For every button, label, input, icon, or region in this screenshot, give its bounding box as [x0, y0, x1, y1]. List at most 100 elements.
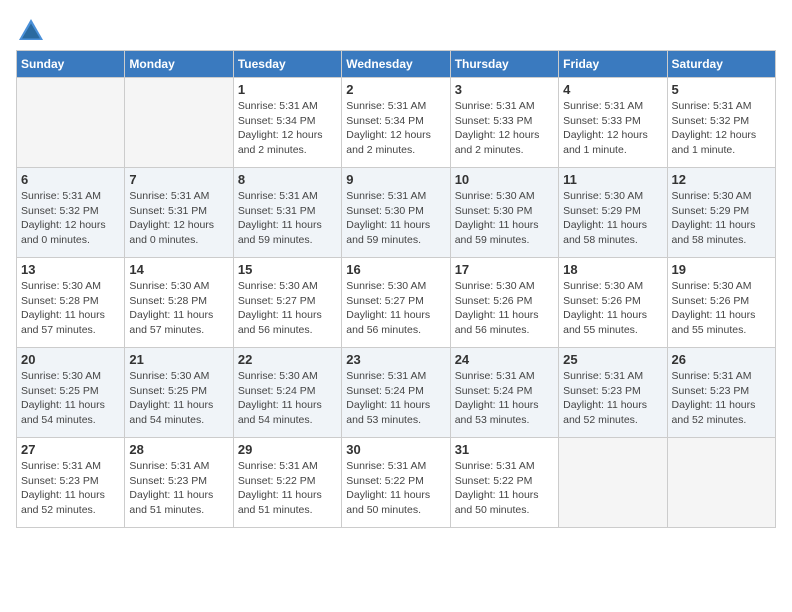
day-number: 2 [346, 82, 445, 97]
day-of-week-header: Thursday [450, 51, 558, 78]
day-number: 25 [563, 352, 662, 367]
calendar-cell: 22 Sunrise: 5:30 AM Sunset: 5:24 PM Dayli… [233, 348, 341, 438]
calendar-header-row: SundayMondayTuesdayWednesdayThursdayFrid… [17, 51, 776, 78]
day-number: 13 [21, 262, 120, 277]
calendar-cell: 2 Sunrise: 5:31 AM Sunset: 5:34 PM Daylig… [342, 78, 450, 168]
logo-icon [16, 16, 46, 46]
calendar-week-row: 6 Sunrise: 5:31 AM Sunset: 5:32 PM Daylig… [17, 168, 776, 258]
day-info: Sunrise: 5:31 AM Sunset: 5:34 PM Dayligh… [346, 99, 445, 158]
calendar-cell: 15 Sunrise: 5:30 AM Sunset: 5:27 PM Dayli… [233, 258, 341, 348]
calendar-week-row: 27 Sunrise: 5:31 AM Sunset: 5:23 PM Dayli… [17, 438, 776, 528]
calendar-cell: 3 Sunrise: 5:31 AM Sunset: 5:33 PM Daylig… [450, 78, 558, 168]
calendar-cell: 8Sunrise: 5:31 AM Sunset: 5:31 PM Daylig… [233, 168, 341, 258]
day-number: 11 [563, 172, 662, 187]
calendar-cell: 7 Sunrise: 5:31 AM Sunset: 5:31 PM Daylig… [125, 168, 233, 258]
day-of-week-header: Monday [125, 51, 233, 78]
day-info: Sunrise: 5:30 AM Sunset: 5:26 PM Dayligh… [563, 279, 662, 338]
day-info: Sunrise: 5:30 AM Sunset: 5:29 PM Dayligh… [672, 189, 771, 248]
calendar-cell: 11 Sunrise: 5:30 AM Sunset: 5:29 PM Dayli… [559, 168, 667, 258]
day-info: Sunrise: 5:31 AM Sunset: 5:23 PM Dayligh… [672, 369, 771, 428]
calendar-cell: 23Sunrise: 5:31 AM Sunset: 5:24 PM Dayli… [342, 348, 450, 438]
calendar-cell: 12 Sunrise: 5:30 AM Sunset: 5:29 PM Dayli… [667, 168, 775, 258]
day-info: Sunrise: 5:31 AM Sunset: 5:23 PM Dayligh… [21, 459, 120, 518]
calendar-cell: 20 Sunrise: 5:30 AM Sunset: 5:25 PM Dayli… [17, 348, 125, 438]
calendar-cell: 31 Sunrise: 5:31 AM Sunset: 5:22 PM Dayli… [450, 438, 558, 528]
calendar-cell: 27 Sunrise: 5:31 AM Sunset: 5:23 PM Dayli… [17, 438, 125, 528]
day-number: 7 [129, 172, 228, 187]
day-of-week-header: Friday [559, 51, 667, 78]
day-info: Sunrise: 5:30 AM Sunset: 5:29 PM Dayligh… [563, 189, 662, 248]
calendar-table: SundayMondayTuesdayWednesdayThursdayFrid… [16, 50, 776, 528]
day-number: 17 [455, 262, 554, 277]
calendar-cell [667, 438, 775, 528]
calendar-cell: 4Sunrise: 5:31 AM Sunset: 5:33 PM Daylig… [559, 78, 667, 168]
calendar-cell: 5 Sunrise: 5:31 AM Sunset: 5:32 PM Daylig… [667, 78, 775, 168]
day-info: Sunrise: 5:31 AM Sunset: 5:30 PM Dayligh… [346, 189, 445, 248]
day-info: Sunrise: 5:31 AM Sunset: 5:33 PM Dayligh… [455, 99, 554, 158]
calendar-cell: 14Sunrise: 5:30 AM Sunset: 5:28 PM Dayli… [125, 258, 233, 348]
day-info: Sunrise: 5:30 AM Sunset: 5:27 PM Dayligh… [238, 279, 337, 338]
calendar-cell: 1 Sunrise: 5:31 AM Sunset: 5:34 PM Daylig… [233, 78, 341, 168]
page-header [16, 16, 776, 46]
calendar-week-row: 1 Sunrise: 5:31 AM Sunset: 5:34 PM Daylig… [17, 78, 776, 168]
day-info: Sunrise: 5:31 AM Sunset: 5:22 PM Dayligh… [455, 459, 554, 518]
day-of-week-header: Wednesday [342, 51, 450, 78]
day-info: Sunrise: 5:30 AM Sunset: 5:26 PM Dayligh… [672, 279, 771, 338]
day-number: 1 [238, 82, 337, 97]
day-number: 8 [238, 172, 337, 187]
day-number: 4 [563, 82, 662, 97]
calendar-cell: 25 Sunrise: 5:31 AM Sunset: 5:23 PM Dayli… [559, 348, 667, 438]
day-info: Sunrise: 5:31 AM Sunset: 5:32 PM Dayligh… [672, 99, 771, 158]
calendar-cell: 24 Sunrise: 5:31 AM Sunset: 5:24 PM Dayli… [450, 348, 558, 438]
calendar-cell: 26 Sunrise: 5:31 AM Sunset: 5:23 PM Dayli… [667, 348, 775, 438]
day-info: Sunrise: 5:31 AM Sunset: 5:32 PM Dayligh… [21, 189, 120, 248]
day-number: 28 [129, 442, 228, 457]
day-number: 19 [672, 262, 771, 277]
calendar-cell [17, 78, 125, 168]
day-info: Sunrise: 5:31 AM Sunset: 5:23 PM Dayligh… [563, 369, 662, 428]
day-number: 5 [672, 82, 771, 97]
day-info: Sunrise: 5:30 AM Sunset: 5:27 PM Dayligh… [346, 279, 445, 338]
day-number: 20 [21, 352, 120, 367]
day-number: 22 [238, 352, 337, 367]
day-number: 6 [21, 172, 120, 187]
calendar-cell: 9Sunrise: 5:31 AM Sunset: 5:30 PM Daylig… [342, 168, 450, 258]
day-info: Sunrise: 5:30 AM Sunset: 5:25 PM Dayligh… [21, 369, 120, 428]
calendar-cell: 30Sunrise: 5:31 AM Sunset: 5:22 PM Dayli… [342, 438, 450, 528]
day-info: Sunrise: 5:30 AM Sunset: 5:24 PM Dayligh… [238, 369, 337, 428]
day-info: Sunrise: 5:30 AM Sunset: 5:25 PM Dayligh… [129, 369, 228, 428]
day-number: 26 [672, 352, 771, 367]
day-info: Sunrise: 5:30 AM Sunset: 5:28 PM Dayligh… [21, 279, 120, 338]
day-of-week-header: Saturday [667, 51, 775, 78]
day-info: Sunrise: 5:31 AM Sunset: 5:22 PM Dayligh… [346, 459, 445, 518]
calendar-cell [559, 438, 667, 528]
day-info: Sunrise: 5:30 AM Sunset: 5:28 PM Dayligh… [129, 279, 228, 338]
day-number: 10 [455, 172, 554, 187]
calendar-cell: 29Sunrise: 5:31 AM Sunset: 5:22 PM Dayli… [233, 438, 341, 528]
calendar-cell: 17 Sunrise: 5:30 AM Sunset: 5:26 PM Dayli… [450, 258, 558, 348]
day-info: Sunrise: 5:31 AM Sunset: 5:31 PM Dayligh… [129, 189, 228, 248]
day-number: 3 [455, 82, 554, 97]
day-info: Sunrise: 5:31 AM Sunset: 5:24 PM Dayligh… [455, 369, 554, 428]
calendar-week-row: 20 Sunrise: 5:30 AM Sunset: 5:25 PM Dayli… [17, 348, 776, 438]
day-number: 24 [455, 352, 554, 367]
calendar-cell: 19 Sunrise: 5:30 AM Sunset: 5:26 PM Dayli… [667, 258, 775, 348]
calendar-cell: 21 Sunrise: 5:30 AM Sunset: 5:25 PM Dayli… [125, 348, 233, 438]
logo [16, 16, 50, 46]
calendar-cell: 10 Sunrise: 5:30 AM Sunset: 5:30 PM Dayli… [450, 168, 558, 258]
day-number: 21 [129, 352, 228, 367]
day-info: Sunrise: 5:31 AM Sunset: 5:34 PM Dayligh… [238, 99, 337, 158]
calendar-cell: 18Sunrise: 5:30 AM Sunset: 5:26 PM Dayli… [559, 258, 667, 348]
day-info: Sunrise: 5:30 AM Sunset: 5:30 PM Dayligh… [455, 189, 554, 248]
day-info: Sunrise: 5:31 AM Sunset: 5:24 PM Dayligh… [346, 369, 445, 428]
day-number: 12 [672, 172, 771, 187]
day-number: 31 [455, 442, 554, 457]
day-info: Sunrise: 5:31 AM Sunset: 5:22 PM Dayligh… [238, 459, 337, 518]
day-of-week-header: Sunday [17, 51, 125, 78]
day-number: 27 [21, 442, 120, 457]
calendar-cell [125, 78, 233, 168]
day-info: Sunrise: 5:30 AM Sunset: 5:26 PM Dayligh… [455, 279, 554, 338]
calendar-cell: 6 Sunrise: 5:31 AM Sunset: 5:32 PM Daylig… [17, 168, 125, 258]
day-number: 15 [238, 262, 337, 277]
calendar-cell: 28Sunrise: 5:31 AM Sunset: 5:23 PM Dayli… [125, 438, 233, 528]
